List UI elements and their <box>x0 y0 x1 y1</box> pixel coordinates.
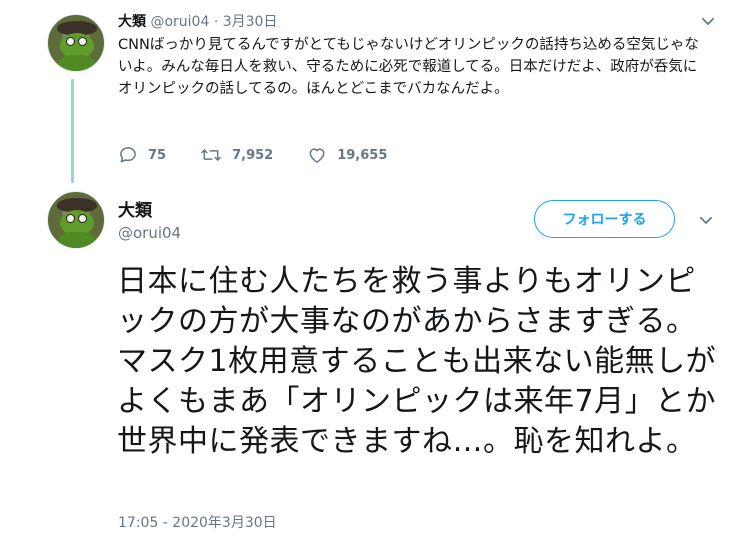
tweet-actions: 75 7,952 19,655 <box>118 145 421 165</box>
retweet-icon <box>201 149 222 161</box>
user-handle[interactable]: @orui04 <box>150 14 209 30</box>
chevron-down-icon[interactable] <box>697 211 715 229</box>
tweet-text: CNNばっかり見てるんですがとてもじゃないけどオリンピックの話持ち込める空気じゃ… <box>118 37 699 97</box>
tweet-timestamp[interactable]: 17:05 - 2020年3月30日 <box>118 512 277 532</box>
retweet-count: 7,952 <box>232 147 274 163</box>
separator: · <box>213 14 219 30</box>
display-name[interactable]: 大類 <box>118 14 146 30</box>
chevron-down-icon[interactable] <box>699 12 717 30</box>
tweet-header: 大類 @orui04 · 3月30日 <box>118 11 277 31</box>
reply-count: 75 <box>148 147 167 163</box>
like-button[interactable]: 19,655 <box>307 145 387 165</box>
user-handle[interactable]: @orui04 <box>118 224 181 242</box>
display-name[interactable]: 大類 <box>118 196 152 221</box>
tweet-text: 日本に住む人たちを救う事よりもオリンピックの方が大事なのがあからさますぎる。マス… <box>117 264 717 459</box>
retweet-button[interactable]: 7,952 <box>200 145 273 165</box>
heart-icon <box>309 148 325 163</box>
reply-icon <box>120 147 136 163</box>
tweet-date[interactable]: 3月30日 <box>223 14 278 30</box>
reply-button[interactable]: 75 <box>118 145 166 165</box>
avatar[interactable] <box>47 191 105 249</box>
thread-line <box>71 79 74 183</box>
like-count: 19,655 <box>337 147 388 163</box>
avatar[interactable] <box>47 14 105 72</box>
follow-button[interactable]: フォローする <box>534 200 675 238</box>
